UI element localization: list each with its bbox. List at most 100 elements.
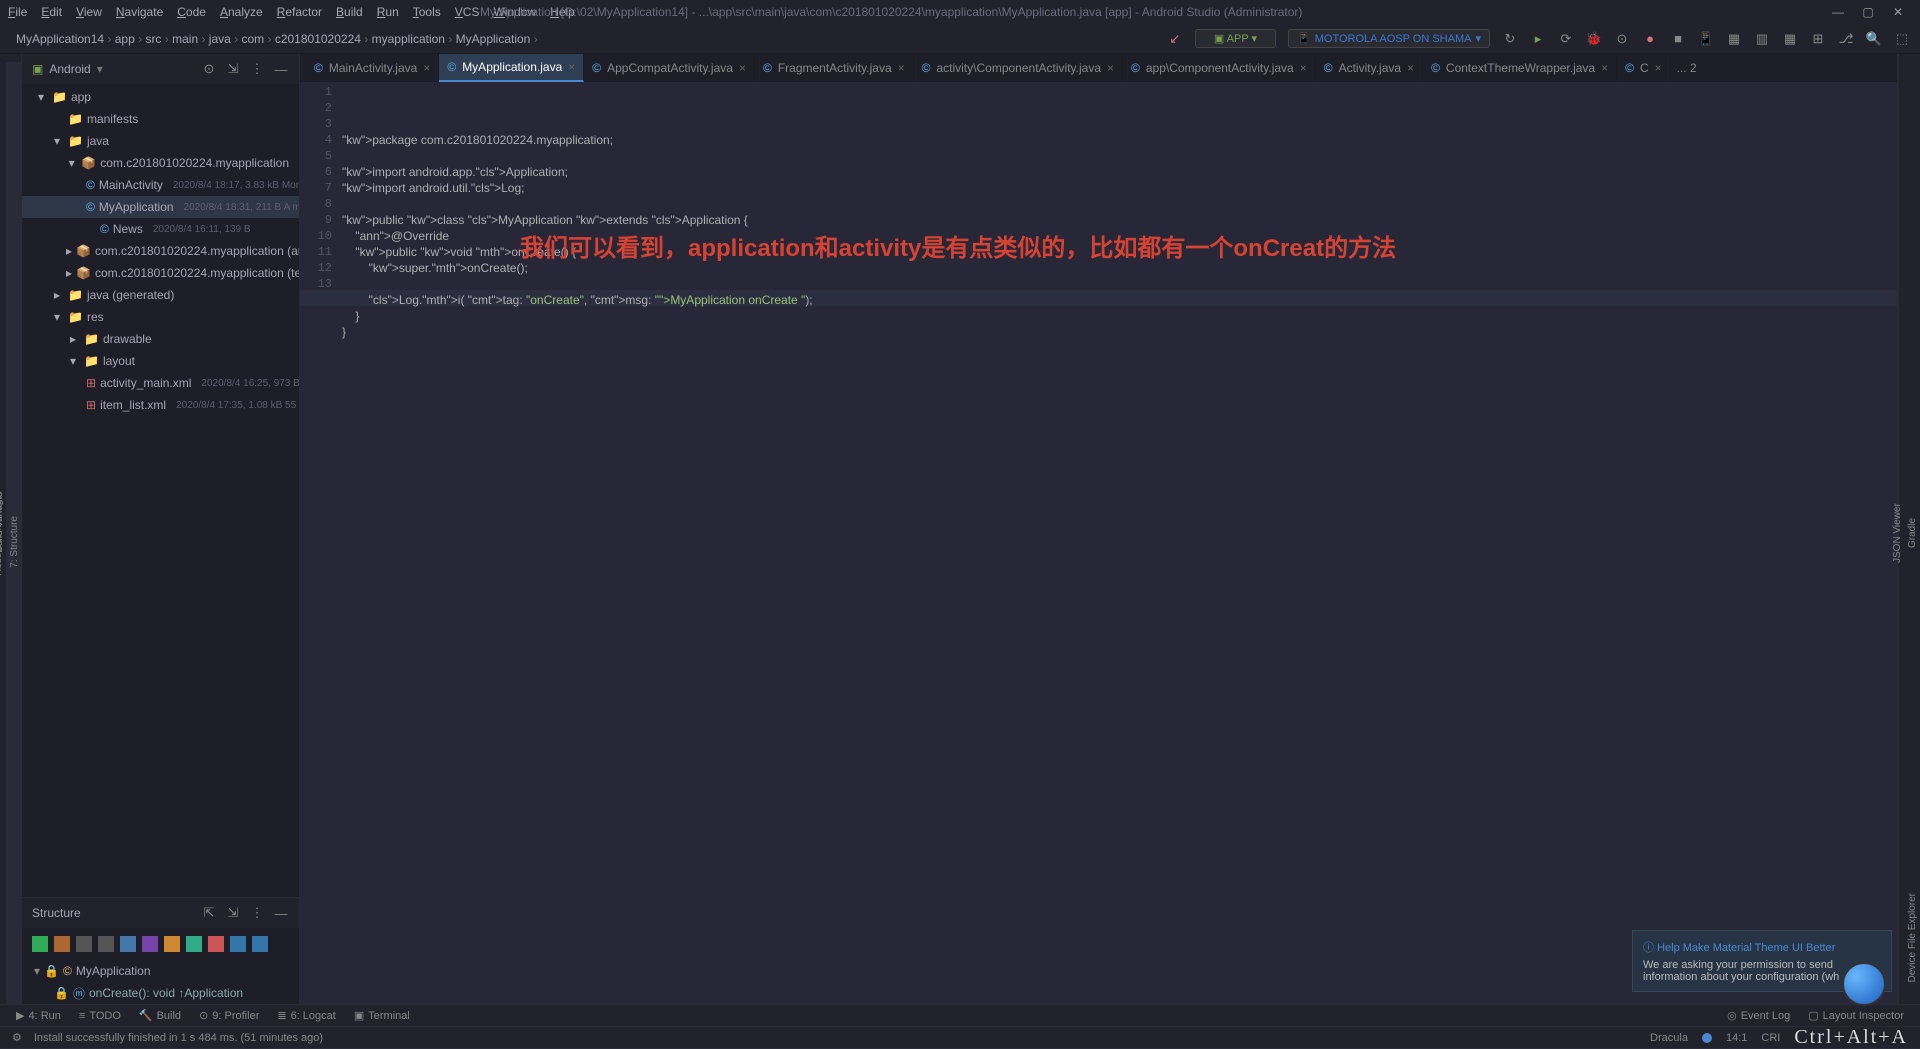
close-icon[interactable]: ×	[1655, 61, 1662, 75]
layout-inspector-icon[interactable]: ▥	[1754, 31, 1770, 47]
tree-item[interactable]: ▸📦 com.c201801020224.myapplication (test…	[22, 262, 299, 284]
private-icon[interactable]	[230, 936, 246, 952]
breadcrumb-item[interactable]: MyApplication14	[16, 32, 104, 46]
tree-item[interactable]: ▾📁 res	[22, 306, 299, 328]
tree-item[interactable]: ▸📁 java (generated)	[22, 284, 299, 306]
tree-item[interactable]: ▾📁 app	[22, 86, 299, 108]
settings-icon[interactable]: ⋮	[249, 905, 265, 921]
sdk-icon[interactable]: ▦	[1726, 31, 1742, 47]
tree-item[interactable]: ▾📁 layout	[22, 350, 299, 372]
refresh-icon[interactable]: ↻	[1502, 31, 1518, 47]
hide-icon[interactable]: —	[273, 905, 289, 921]
tool-window-tab[interactable]: ◎Event Log	[1727, 1009, 1790, 1022]
close-icon[interactable]: ×	[739, 61, 746, 75]
inherited-icon[interactable]	[76, 936, 92, 952]
search-icon[interactable]: 🔍	[1866, 31, 1882, 47]
structure-root[interactable]: ▾ 🔒 © MyApplication	[22, 960, 299, 982]
resource-manager-icon[interactable]: ▦	[1782, 31, 1798, 47]
strip-structure[interactable]: 7: Structure	[7, 510, 22, 574]
structure-icon[interactable]: ⊞	[1810, 31, 1826, 47]
project-view-header[interactable]: ▣ Android ▾ ⊙ ⇲ ⋮ —	[22, 54, 299, 84]
menu-edit[interactable]: Edit	[41, 5, 62, 19]
apply-changes-icon[interactable]: ⟳	[1558, 31, 1574, 47]
sort-icon[interactable]	[32, 936, 48, 952]
avd-icon[interactable]: 📱	[1698, 31, 1714, 47]
profile-icon[interactable]: ⊙	[1614, 31, 1630, 47]
sync-icon[interactable]: ↙	[1167, 31, 1183, 47]
gear-icon[interactable]: ⚙	[12, 1031, 22, 1044]
settings-icon[interactable]: ⬚	[1894, 31, 1910, 47]
breadcrumb-item[interactable]: myapplication	[372, 32, 445, 46]
editor-tab[interactable]: ©C×	[1617, 54, 1671, 82]
menu-file[interactable]: File	[8, 5, 27, 19]
tool-window-tab[interactable]: ≡TODO	[79, 1009, 121, 1022]
close-icon[interactable]: ✕	[1892, 5, 1904, 19]
close-icon[interactable]: ×	[898, 61, 905, 75]
menu-build[interactable]: Build	[336, 5, 363, 19]
close-icon[interactable]: ×	[1407, 61, 1414, 75]
editor-tab[interactable]: ©MainActivity.java×	[306, 54, 439, 82]
public-icon[interactable]	[164, 936, 180, 952]
tool-window-tab[interactable]: 🔨Build	[139, 1009, 181, 1022]
editor-tab[interactable]: ©Activity.java×	[1316, 54, 1423, 82]
lambda-icon[interactable]	[120, 936, 136, 952]
close-icon[interactable]: ×	[1601, 61, 1608, 75]
theme-label[interactable]: Dracula	[1650, 1032, 1688, 1044]
close-icon[interactable]: ×	[1300, 61, 1307, 75]
device-select[interactable]: 📱 MOTOROLA AOSP ON SHAMA ▾	[1288, 29, 1490, 48]
collapse-icon[interactable]: ⇲	[225, 905, 241, 921]
editor-tab[interactable]: ©app\ComponentActivity.java×	[1123, 54, 1316, 82]
settings-icon[interactable]: ⋮	[249, 61, 265, 77]
structure-method[interactable]: 🔒 ⓜ onCreate(): void ↑Application	[22, 982, 299, 1004]
debug-icon[interactable]: 🐞	[1586, 31, 1602, 47]
tree-item[interactable]: ▸📦 com.c201801020224.myapplication (andr…	[22, 240, 299, 262]
breadcrumb-item[interactable]: MyApplication	[456, 32, 531, 46]
tree-item[interactable]: 📁 manifests	[22, 108, 299, 130]
project-tree[interactable]: ▾📁 app📁 manifests▾📁 java▾📦 com.c20180102…	[22, 84, 299, 897]
editor-tab[interactable]: ©activity\ComponentActivity.java×	[914, 54, 1123, 82]
strip-gradle[interactable]: Gradle	[1905, 62, 1920, 1004]
tool-window-tab[interactable]: ⊙9: Profiler	[199, 1009, 259, 1022]
editor-tab[interactable]: ©MyApplication.java×	[439, 54, 584, 82]
hide-icon[interactable]: —	[273, 61, 289, 77]
extra-icon[interactable]	[252, 936, 268, 952]
tree-item[interactable]: © MyApplication2020/8/4 18:31, 211 B A m…	[22, 196, 299, 218]
strip-device-explorer[interactable]: Device File Explorer	[1905, 887, 1920, 988]
editor-body[interactable]: 1234567891011121314 "kw">package com.c20…	[300, 82, 1897, 1004]
protected-icon[interactable]	[186, 936, 202, 952]
close-icon[interactable]: ×	[1107, 61, 1114, 75]
fields-icon[interactable]	[54, 936, 70, 952]
breadcrumb-item[interactable]: java	[209, 32, 231, 46]
run-icon[interactable]: ▸	[1530, 31, 1546, 47]
tool-window-tab[interactable]: ▢Layout Inspector	[1808, 1009, 1904, 1022]
menu-tools[interactable]: Tools	[413, 5, 441, 19]
menu-view[interactable]: View	[76, 5, 102, 19]
menu-analyze[interactable]: Analyze	[220, 5, 263, 19]
editor-tab[interactable]: ©AppCompatActivity.java×	[584, 54, 755, 82]
tool-window-tab[interactable]: ▶4: Run	[16, 1009, 61, 1022]
breadcrumb-item[interactable]: src	[145, 32, 161, 46]
tree-item[interactable]: © MainActivity2020/8/4 18:17, 3.83 kB Mo…	[22, 174, 299, 196]
package-icon[interactable]	[208, 936, 224, 952]
tree-item[interactable]: ▾📦 com.c201801020224.myapplication	[22, 152, 299, 174]
expand-icon[interactable]: ⇱	[201, 905, 217, 921]
run-config-select[interactable]: ▣ APP ▾	[1195, 29, 1276, 48]
tool-window-tab[interactable]: ≣6: Logcat	[277, 1009, 335, 1022]
menu-run[interactable]: Run	[377, 5, 399, 19]
menu-vcs[interactable]: VCS	[455, 5, 480, 19]
tree-item[interactable]: ▸📁 drawable	[22, 328, 299, 350]
close-icon[interactable]: ×	[423, 61, 430, 75]
strip-build-variants[interactable]: Build Variants	[0, 470, 7, 574]
maximize-icon[interactable]: ▢	[1862, 5, 1874, 19]
tree-item[interactable]: © News2020/8/4 16:11, 139 B	[22, 218, 299, 240]
collapse-icon[interactable]: ⇲	[225, 61, 241, 77]
caret-position[interactable]: 14:1	[1726, 1032, 1747, 1044]
menu-navigate[interactable]: Navigate	[116, 5, 163, 19]
anonymous-icon[interactable]	[98, 936, 114, 952]
breadcrumb-item[interactable]: main	[172, 32, 198, 46]
menu-refactor[interactable]: Refactor	[277, 5, 322, 19]
tree-item[interactable]: ⊞ activity_main.xml2020/8/4 16:25, 973 B…	[22, 372, 299, 394]
editor-tab[interactable]: ©ContextThemeWrapper.java×	[1423, 54, 1617, 82]
stop-icon[interactable]: ■	[1670, 31, 1686, 47]
attach-icon[interactable]: ●	[1642, 31, 1658, 47]
